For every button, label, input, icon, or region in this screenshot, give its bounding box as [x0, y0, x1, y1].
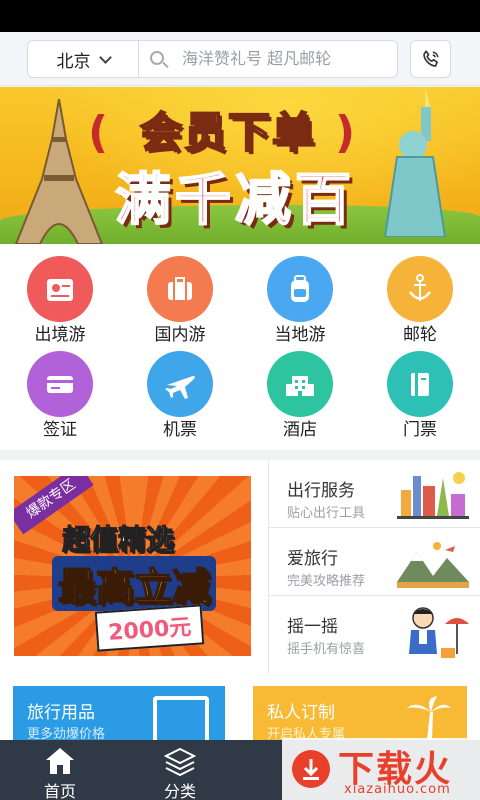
card-title: 旅行用品 — [27, 703, 95, 723]
watermark-url: xiazaihuo.com — [344, 782, 451, 797]
palm-tree-icon — [407, 696, 451, 740]
service-shake[interactable]: 摇一摇 摇手机有惊喜 — [269, 596, 480, 664]
category-domestic[interactable]: 国内游 — [120, 244, 240, 345]
phone-button[interactable] — [410, 40, 451, 78]
tab-home[interactable]: 首页 — [0, 740, 120, 800]
service-title: 摇一摇 — [287, 617, 338, 637]
search-input[interactable]: 海洋赞礼号 超凡邮轮 — [182, 41, 331, 77]
category-hotel[interactable]: 酒店 — [240, 339, 360, 440]
feature-cards: 旅行用品 更多劲爆价格 私人订制 开启私人专属 — [0, 674, 480, 742]
private-custom-card[interactable]: 私人订制 开启私人专属 — [253, 686, 467, 742]
tab-label: 首页 — [43, 782, 76, 800]
city-selector[interactable]: 北京 — [28, 41, 139, 77]
ticket-icon — [387, 351, 453, 417]
category-label: 酒店 — [283, 420, 317, 440]
city-label: 北京 — [56, 51, 91, 72]
search-icon — [150, 51, 164, 65]
top-header: 北京 海洋赞礼号 超凡邮轮 — [0, 32, 480, 86]
layers-icon — [164, 747, 196, 776]
travel-goods-card[interactable]: 旅行用品 更多劲爆价格 — [13, 686, 225, 742]
hot-deals-headline: 最高立减 — [52, 556, 217, 611]
card-title: 私人订制 — [267, 703, 335, 723]
category-flight[interactable]: 机票 — [120, 339, 240, 440]
category-outbound[interactable]: 出境游 — [0, 244, 120, 345]
category-ticket[interactable]: 门票 — [360, 339, 480, 440]
service-subtitle: 完美攻略推荐 — [287, 574, 366, 589]
banner-left-bracket: ( — [88, 107, 109, 158]
tab-category[interactable]: 分类 — [120, 740, 240, 800]
hot-deals-banner[interactable]: 爆款专区 超值精选 最高立减 2000元 — [14, 476, 251, 656]
hotel-icon — [267, 351, 333, 417]
promo-banner[interactable]: ( ) 会员下单 满千减百 — [0, 87, 480, 244]
anchor-icon — [387, 256, 453, 322]
city-landmarks-icon — [397, 472, 469, 519]
traveler-icon — [409, 607, 469, 658]
service-love-travel[interactable]: 爱旅行 完美攻略推荐 — [269, 528, 480, 596]
category-label: 门票 — [403, 420, 437, 440]
banner-right-bracket: ) — [335, 107, 356, 158]
service-list: 出行服务 贴心出行工具 爱旅行 完美攻略推荐 摇一摇 摇手机有惊喜 — [268, 460, 480, 674]
service-travel[interactable]: 出行服务 贴心出行工具 — [269, 460, 480, 528]
service-title: 爱旅行 — [287, 549, 338, 569]
category-cruise[interactable]: 邮轮 — [360, 244, 480, 345]
watermark-logo: 下载火 xiazaihuo.com — [282, 738, 480, 800]
mountains-icon — [397, 542, 469, 588]
category-visa[interactable]: 签证 — [0, 339, 120, 440]
banner-headline: 会员下单 — [139, 107, 317, 158]
chevron-down-icon — [98, 50, 112, 64]
hot-deals-title: 超值精选 — [61, 523, 175, 557]
download-icon — [292, 750, 330, 788]
service-subtitle: 贴心出行工具 — [287, 506, 366, 521]
statue-of-liberty-icon — [383, 87, 447, 237]
hot-deals-amount: 2000元 — [94, 604, 205, 652]
luggage-icon — [153, 696, 209, 740]
promo-section: 爆款专区 超值精选 最高立减 2000元 出行服务 贴心出行工具 爱旅行 完美攻… — [0, 460, 480, 674]
category-grid: 出境游 国内游 当地游 邮轮 签证 机票 酒店 门票 — [0, 244, 480, 450]
suitcase-icon — [147, 256, 213, 322]
passport-icon — [27, 256, 93, 322]
phone-icon — [422, 50, 439, 67]
service-subtitle: 摇手机有惊喜 — [287, 642, 366, 657]
category-label: 机票 — [163, 420, 197, 440]
category-local[interactable]: 当地游 — [240, 244, 360, 345]
home-icon — [46, 748, 74, 774]
category-label: 签证 — [43, 420, 77, 440]
status-bar — [0, 0, 480, 32]
search-bar: 北京 海洋赞礼号 超凡邮轮 — [27, 40, 398, 78]
banner-subheadline: 满千减百 — [114, 167, 355, 234]
visa-card-icon — [27, 351, 93, 417]
backpack-icon — [267, 256, 333, 322]
tab-label: 分类 — [163, 782, 196, 800]
airplane-icon — [147, 351, 213, 417]
service-title: 出行服务 — [287, 481, 355, 501]
